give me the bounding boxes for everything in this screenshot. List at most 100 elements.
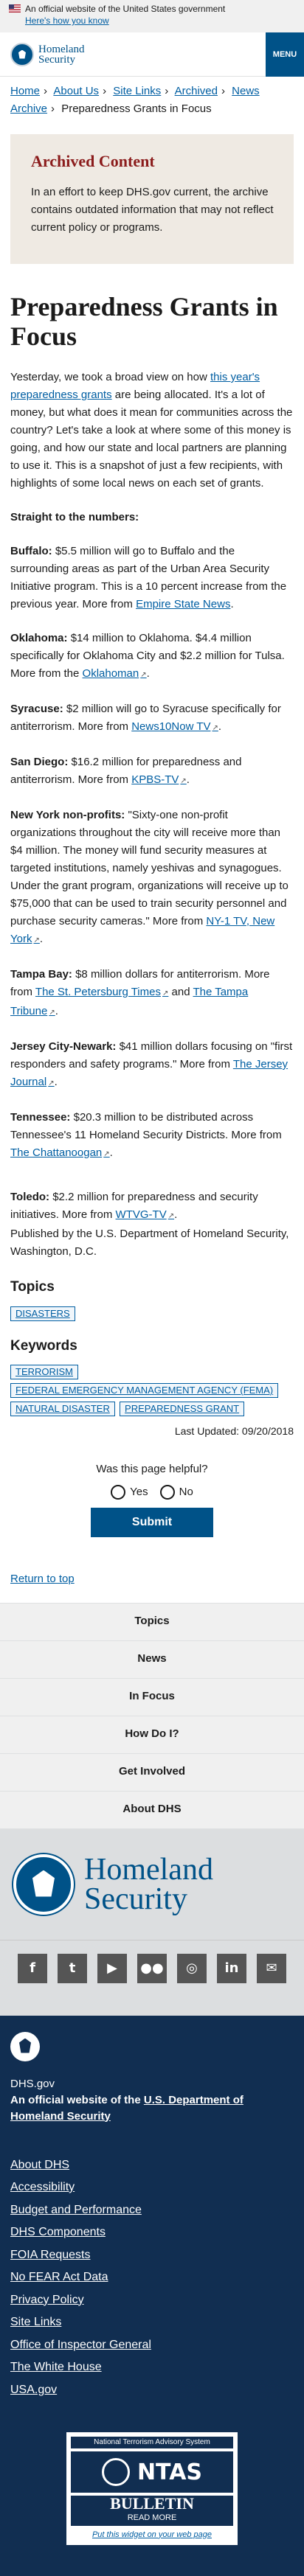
ntas-logo-text: NTAS — [137, 2456, 202, 2489]
submit-button[interactable]: Submit — [91, 1508, 213, 1537]
footer-link-white-house[interactable]: The White House — [10, 2356, 294, 2379]
facebook-icon[interactable]: f — [18, 1954, 47, 1983]
footer-logo[interactable]: HomelandSecurity — [0, 1829, 304, 1940]
footer-link-oig[interactable]: Office of Inspector General — [10, 2334, 294, 2357]
footer-link-components[interactable]: DHS Components — [10, 2221, 294, 2244]
footer-link-budget[interactable]: Budget and Performance — [10, 2199, 294, 2222]
radio-yes[interactable]: Yes — [111, 1484, 148, 1501]
tag-preparedness-grant[interactable]: PREPAREDNESS GRANT — [120, 1402, 244, 1416]
item-toledo: Toledo: $2.2 million for preparedness an… — [10, 1188, 294, 1225]
item-label: New York non-profits: — [10, 809, 125, 821]
item-end: . — [218, 720, 221, 733]
dhs-gov: DHS.gov — [10, 2076, 294, 2092]
feedback-form: Was this page helpful? Yes No Submit — [10, 1461, 294, 1537]
item-label: Buffalo: — [10, 545, 52, 557]
item-new-york: New York non-profits: "Sixty-one non-pro… — [10, 807, 294, 950]
flickr-icon[interactable]: ●● — [137, 1954, 167, 1983]
dhs-seal-large-icon — [13, 1854, 74, 1915]
footer-nav-news[interactable]: News — [0, 1641, 304, 1679]
topics-tags: DISASTERS — [10, 1306, 294, 1324]
official-text: An official website of the — [10, 2094, 144, 2106]
item-end: . — [110, 1146, 113, 1159]
intro-text-a: Yesterday, we took a broad view on how — [10, 371, 210, 383]
item-end: . — [230, 598, 233, 610]
tag-fema[interactable]: FEDERAL EMERGENCY MANAGEMENT AGENCY (FEM… — [10, 1383, 278, 1398]
footer-logo-line2: Security — [84, 1882, 187, 1916]
feedback-question: Was this page helpful? — [10, 1461, 294, 1478]
youtube-icon[interactable]: ▶ — [97, 1954, 127, 1983]
footer-nav-about-dhs[interactable]: About DHS — [0, 1792, 304, 1829]
item-tampa-bay: Tampa Bay: $8 million dollars for antite… — [10, 966, 294, 1022]
ntas-widget[interactable]: National Terrorism Advisory System NTAS … — [65, 2431, 239, 2547]
tag-disasters[interactable]: DISASTERS — [10, 1306, 75, 1321]
item-label: Jersey City-Newark: — [10, 1040, 116, 1053]
main-content: Preparedness Grants in Focus Yesterday, … — [0, 292, 304, 1537]
straight-heading: Straight to the numbers: — [10, 509, 294, 526]
tag-terrorism[interactable]: TERRORISM — [10, 1365, 78, 1379]
radio-no-circle[interactable] — [160, 1485, 175, 1500]
topics-heading: Topics — [10, 1277, 294, 1298]
last-updated: Last Updated: 09/20/2018 — [10, 1424, 294, 1439]
breadcrumb-about-us[interactable]: About Us — [53, 85, 99, 97]
st-petersburg-times-link[interactable]: The St. Petersburg Times — [35, 986, 168, 998]
item-label: Tennessee: — [10, 1111, 70, 1124]
breadcrumb-site-links[interactable]: Site Links — [113, 85, 161, 97]
footer-nav-how-do-i[interactable]: How Do I? — [0, 1716, 304, 1754]
footer-link-privacy[interactable]: Privacy Policy — [10, 2289, 294, 2312]
site-header: HomelandSecurity MENU — [0, 32, 304, 77]
item-label: Syracuse: — [10, 703, 63, 715]
item-end: . — [40, 933, 43, 945]
social-links: f t ▶ ●● ◎ in ✉ — [0, 1940, 304, 2016]
official-website: An official website of the U.S. Departme… — [10, 2092, 294, 2125]
radio-no-label: No — [179, 1484, 193, 1501]
breadcrumb-current: Preparedness Grants in Focus — [61, 102, 211, 115]
ntas-read-more[interactable]: READ MORE — [71, 2512, 233, 2526]
tag-natural-disaster[interactable]: NATURAL DISASTER — [10, 1402, 115, 1416]
item-mid: and — [168, 986, 193, 998]
instagram-icon[interactable]: ◎ — [177, 1954, 207, 1983]
oklahoman-link[interactable]: Oklahoman — [83, 667, 147, 680]
radio-yes-circle[interactable] — [111, 1485, 125, 1500]
footer-nav-topics[interactable]: Topics — [0, 1604, 304, 1641]
footer-link-about-dhs[interactable]: About DHS — [10, 2154, 294, 2177]
wtvg-link[interactable]: WTVG-TV — [116, 1208, 175, 1221]
item-label: Tampa Bay: — [10, 968, 72, 981]
ntas-widget-link[interactable]: Put this widget on your web page — [71, 2529, 233, 2541]
news10now-link[interactable]: News10Now TV — [131, 720, 218, 733]
dhs-logo[interactable]: HomelandSecurity — [10, 43, 84, 66]
archived-body: In an effort to keep DHS.gov current, th… — [31, 184, 280, 237]
logo-line2: Security — [38, 54, 75, 66]
breadcrumb-archived[interactable]: Archived — [175, 85, 218, 97]
intro-paragraph: Yesterday, we took a broad view on how t… — [10, 369, 294, 492]
ntas-ring-icon — [102, 2458, 130, 2486]
ntas-bulletin: BULLETIN — [71, 2496, 233, 2512]
breadcrumb: Home› About Us› Site Links› Archived› Ne… — [0, 77, 304, 124]
item-san-diego: San Diego: $16.2 million for preparednes… — [10, 753, 294, 790]
dhs-seal-icon — [10, 43, 34, 66]
footer-link-site-links[interactable]: Site Links — [10, 2311, 294, 2334]
footer-nav-in-focus[interactable]: In Focus — [0, 1679, 304, 1716]
item-jersey-city: Jersey City-Newark: $41 million dollars … — [10, 1038, 294, 1093]
footer-link-accessibility[interactable]: Accessibility — [10, 2176, 294, 2199]
empire-state-news-link[interactable]: Empire State News — [136, 598, 230, 610]
heres-how-link[interactable]: Here's how you know — [25, 15, 295, 27]
kpbs-link[interactable]: KPBS-TV — [131, 773, 187, 786]
menu-button[interactable]: MENU — [266, 32, 304, 77]
banner-text: An official website of the United States… — [25, 4, 225, 14]
ntas-top: National Terrorism Advisory System — [71, 2437, 233, 2448]
item-label: Oklahoma: — [10, 632, 68, 644]
item-label: Toledo: — [10, 1191, 49, 1203]
footer-link-usa-gov[interactable]: USA.gov — [10, 2379, 294, 2402]
footer-link-no-fear[interactable]: No FEAR Act Data — [10, 2266, 294, 2289]
item-tennessee: Tennessee: $20.3 million to be distribut… — [10, 1109, 294, 1163]
return-to-top-link[interactable]: Return to top — [10, 1571, 294, 1588]
twitter-icon[interactable]: t — [58, 1954, 87, 1983]
footer-link-foia[interactable]: FOIA Requests — [10, 2244, 294, 2267]
breadcrumb-home[interactable]: Home — [10, 85, 40, 97]
radio-no[interactable]: No — [160, 1484, 193, 1501]
linkedin-icon[interactable]: in — [217, 1954, 246, 1983]
chattanoogan-link[interactable]: The Chattanoogan — [10, 1146, 110, 1159]
item-oklahoma: Oklahoma: $14 million to Oklahoma. $4.4 … — [10, 630, 294, 684]
footer-nav-get-involved[interactable]: Get Involved — [0, 1754, 304, 1792]
email-icon[interactable]: ✉ — [257, 1954, 286, 1983]
